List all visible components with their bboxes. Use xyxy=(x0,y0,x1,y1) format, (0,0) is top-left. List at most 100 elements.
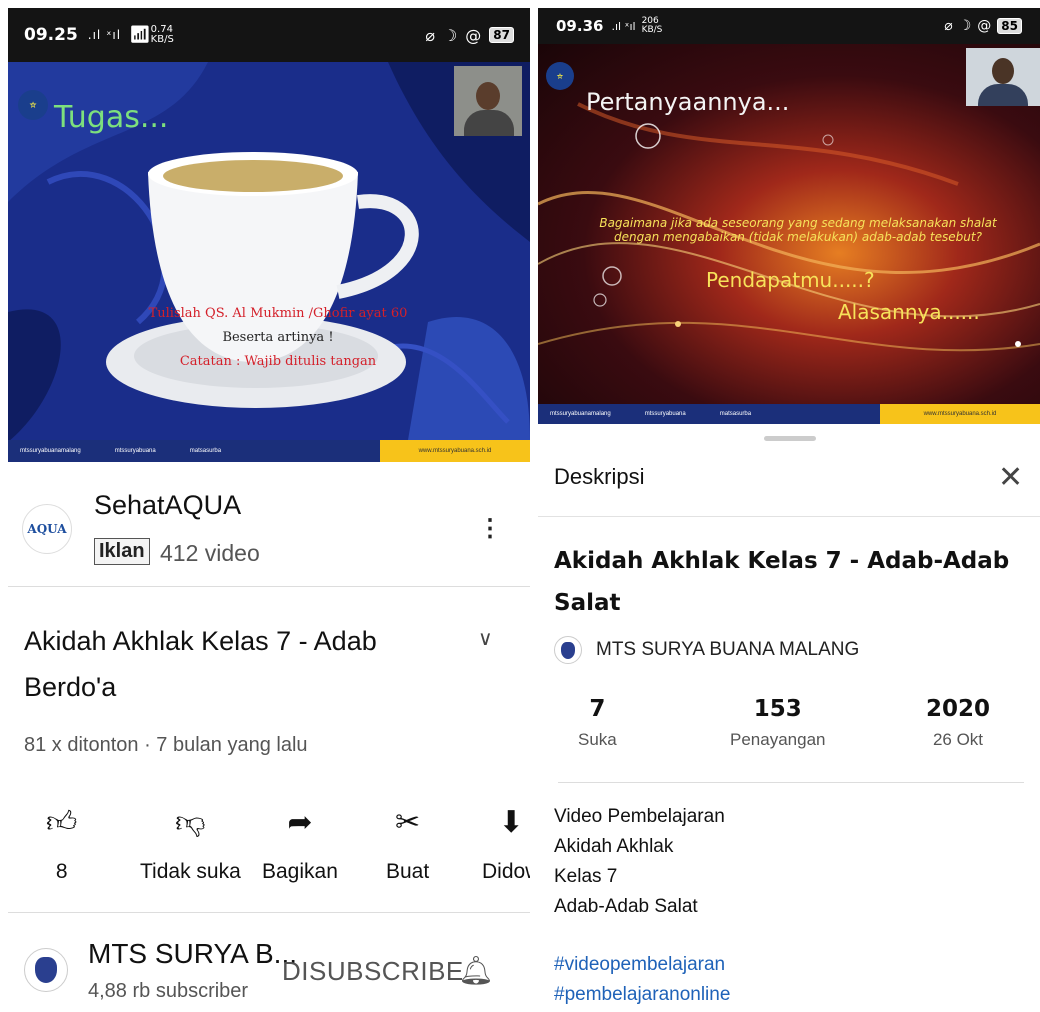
status-bar: 09.36 .ıl ˣıl 206 KB/S ⌀ ☽ @ 85 xyxy=(538,8,1040,44)
channel-row[interactable]: MTS SURYA BUANA MALANG xyxy=(554,636,859,664)
divider xyxy=(8,912,530,913)
ad-channel-name[interactable]: SehatAQUA xyxy=(94,490,241,521)
status-time: 09.36 xyxy=(556,17,604,35)
at-icon: @ xyxy=(465,25,482,45)
signal-icon: .ıl ˣıl xyxy=(611,19,636,33)
thumbs-up-icon: 👍︎ xyxy=(46,806,78,839)
stat-likes-value: 7 xyxy=(589,696,606,722)
divider xyxy=(8,586,530,587)
slide-line-1: Tulislah QS. Al Mukmin /Ghofir ayat 60 xyxy=(148,306,408,321)
slide-text: Tulislah QS. Al Mukmin /Ghofir ayat 60 B… xyxy=(148,302,408,374)
stat-views-label: Penayangan xyxy=(730,730,826,749)
ad-badge: Iklan xyxy=(94,538,150,565)
mute-icon: ⌀ xyxy=(944,18,953,34)
desc-line: Kelas 7 xyxy=(554,866,618,887)
channel-name[interactable]: MTS SURYA BUANA MALANG xyxy=(596,639,859,661)
school-logo-icon: ⭐︎ xyxy=(546,62,574,90)
stat-likes: 7 Suka xyxy=(578,696,617,750)
footer-facebook: mtssuryabuana xyxy=(114,448,156,454)
aqua-logo[interactable]: AQUA xyxy=(22,504,72,554)
presenter-head xyxy=(992,58,1014,84)
channel-name[interactable]: MTS SURYA B... xyxy=(88,938,297,970)
like-button[interactable]: 👍︎ 8 xyxy=(46,798,77,884)
slide-line-3: Catatan : Wajib ditulis tangan xyxy=(179,354,377,369)
right-phone-screen: 09.36 .ıl ˣıl 206 KB/S ⌀ ☽ @ 85 ⭐︎ Perta… xyxy=(538,8,1040,1012)
more-options-icon[interactable]: ⋮ xyxy=(478,514,502,543)
like-count: 8 xyxy=(55,860,68,883)
footer-facebook: mtssuryabuana xyxy=(644,411,686,417)
webcam-overlay xyxy=(454,66,522,136)
action-bar: 👍︎ 8 👎︎ Tidak suka ➦ Bagikan ✂︎ Buat ⬇︎ … xyxy=(8,798,530,898)
share-label: Bagikan xyxy=(262,860,338,883)
create-label: Buat xyxy=(386,860,430,883)
ad-video-count: 412 video xyxy=(160,540,260,566)
create-button[interactable]: ✂︎ Buat xyxy=(386,798,429,884)
sheet-title: Deskripsi xyxy=(554,464,645,489)
chevron-down-icon[interactable]: ∨ xyxy=(478,626,493,651)
moon-icon: ☽ xyxy=(958,18,972,34)
footer-instagram: mtssuryabuanamalang xyxy=(20,448,81,454)
video-title: Akidah Akhlak Kelas 7 - Adab-Adab Salat xyxy=(554,548,1010,616)
slide-alasan: Alasannya...... xyxy=(838,300,980,324)
hashtag-link[interactable]: #pembelajaranonline xyxy=(554,980,730,1010)
dislike-button[interactable]: 👎︎ Tidak suka xyxy=(140,798,241,884)
network-speed: 206 KB/S xyxy=(641,16,663,35)
video-title[interactable]: Akidah Akhlak Kelas 7 - Adab Berdo'a xyxy=(24,618,464,710)
school-logo-icon: ⭐︎ xyxy=(18,90,48,120)
description-text: Video Pembelajaran Akidah Akhlak Kelas 7… xyxy=(554,802,725,922)
drag-handle[interactable] xyxy=(764,436,816,441)
bell-icon[interactable]: 🔔︎ xyxy=(458,954,494,987)
status-bar: 09.25 .ıl ˣıl 📶︎ 0.74 KB/S ⌀ ☽ @ 87 xyxy=(8,8,530,62)
wifi-icon: 📶︎ xyxy=(129,25,151,45)
channel-avatar[interactable] xyxy=(554,636,582,664)
screenshot-composite: 09.25 .ıl ˣıl 📶︎ 0.74 KB/S ⌀ ☽ @ 87 ⭐︎ T… xyxy=(0,0,1040,1012)
footer-instagram: mtssuryabuanamalang xyxy=(550,411,611,417)
slide-question: Bagaimana jika ada seseorang yang sedang… xyxy=(599,216,997,244)
video-player[interactable]: ⭐︎ Pertanyaannya... Bagaimana jika ada s… xyxy=(538,44,1040,424)
school-crest-icon xyxy=(561,641,575,659)
signal-icon: .ıl ˣıl xyxy=(87,28,122,42)
stats-row: 7 Suka 153 Penayangan 2020 26 Okt xyxy=(554,696,1024,766)
webcam-overlay xyxy=(966,48,1040,106)
moon-icon: ☽ xyxy=(442,25,458,45)
hashtag-link[interactable]: #videopembelajaran xyxy=(554,950,730,980)
desc-line: Akidah Akhlak xyxy=(554,836,674,857)
slide-footer: mtssuryabuanamalang mtssuryabuana matsas… xyxy=(538,404,1040,424)
hashtags: #videopembelajaran #pembelajaranonline xyxy=(554,950,730,1010)
slide-heading: Tugas... xyxy=(54,100,169,135)
create-icon: ✂︎ xyxy=(395,806,421,839)
slide-footer: mtssuryabuanamalang mtssuryabuana matsas… xyxy=(8,440,530,462)
at-icon: @ xyxy=(977,18,992,34)
video-player[interactable]: ⭐︎ Tugas... Tulislah QS. Al Mukmin /Ghof… xyxy=(8,62,530,462)
divider xyxy=(558,782,1024,783)
video-meta: 81 x ditonton · 7 bulan yang lalu xyxy=(24,734,308,756)
download-icon: ⬇︎ xyxy=(498,806,524,839)
channel-subscribe-row: MTS SURYA B... 4,88 rb subscriber DISUBS… xyxy=(8,920,530,1012)
share-icon: ➦ xyxy=(287,806,313,839)
thumbs-down-icon: 👎︎ xyxy=(175,806,206,839)
stat-views-value: 153 xyxy=(753,696,802,722)
battery-icon: 87 xyxy=(489,27,514,43)
unsubscribe-button[interactable]: DISUBSCRIBE xyxy=(282,956,464,987)
stat-likes-label: Suka xyxy=(578,730,617,749)
presenter-head xyxy=(476,82,500,110)
stat-date: 2020 26 Okt xyxy=(926,696,990,750)
stat-views: 153 Penayangan xyxy=(730,696,825,750)
mute-icon: ⌀ xyxy=(425,25,435,45)
ad-channel-row[interactable]: AQUA SehatAQUA Iklan 412 video ⋮ xyxy=(8,466,530,588)
stat-year: 2020 xyxy=(926,696,991,722)
share-button[interactable]: ➦ Bagikan xyxy=(262,798,338,884)
channel-avatar[interactable] xyxy=(24,948,68,992)
footer-ig2: matsasurba xyxy=(719,411,752,417)
network-speed: 0.74 KB/S xyxy=(150,24,174,45)
close-icon[interactable]: ✕ xyxy=(998,460,1023,495)
footer-website: www.mtssuryabuana.sch.id xyxy=(880,404,1040,424)
dislike-label: Tidak suka xyxy=(140,860,241,883)
desc-line: Adab-Adab Salat xyxy=(554,896,698,917)
description-sheet: Deskripsi ✕ Akidah Akhlak Kelas 7 - Adab… xyxy=(538,424,1040,1012)
subscriber-count: 4,88 rb subscriber xyxy=(88,980,249,1002)
download-button[interactable]: ⬇︎ Didow xyxy=(482,798,530,884)
desc-line: Video Pembelajaran xyxy=(554,806,725,827)
school-crest-icon xyxy=(35,957,57,983)
left-phone-screen: 09.25 .ıl ˣıl 📶︎ 0.74 KB/S ⌀ ☽ @ 87 ⭐︎ T… xyxy=(8,8,530,1012)
